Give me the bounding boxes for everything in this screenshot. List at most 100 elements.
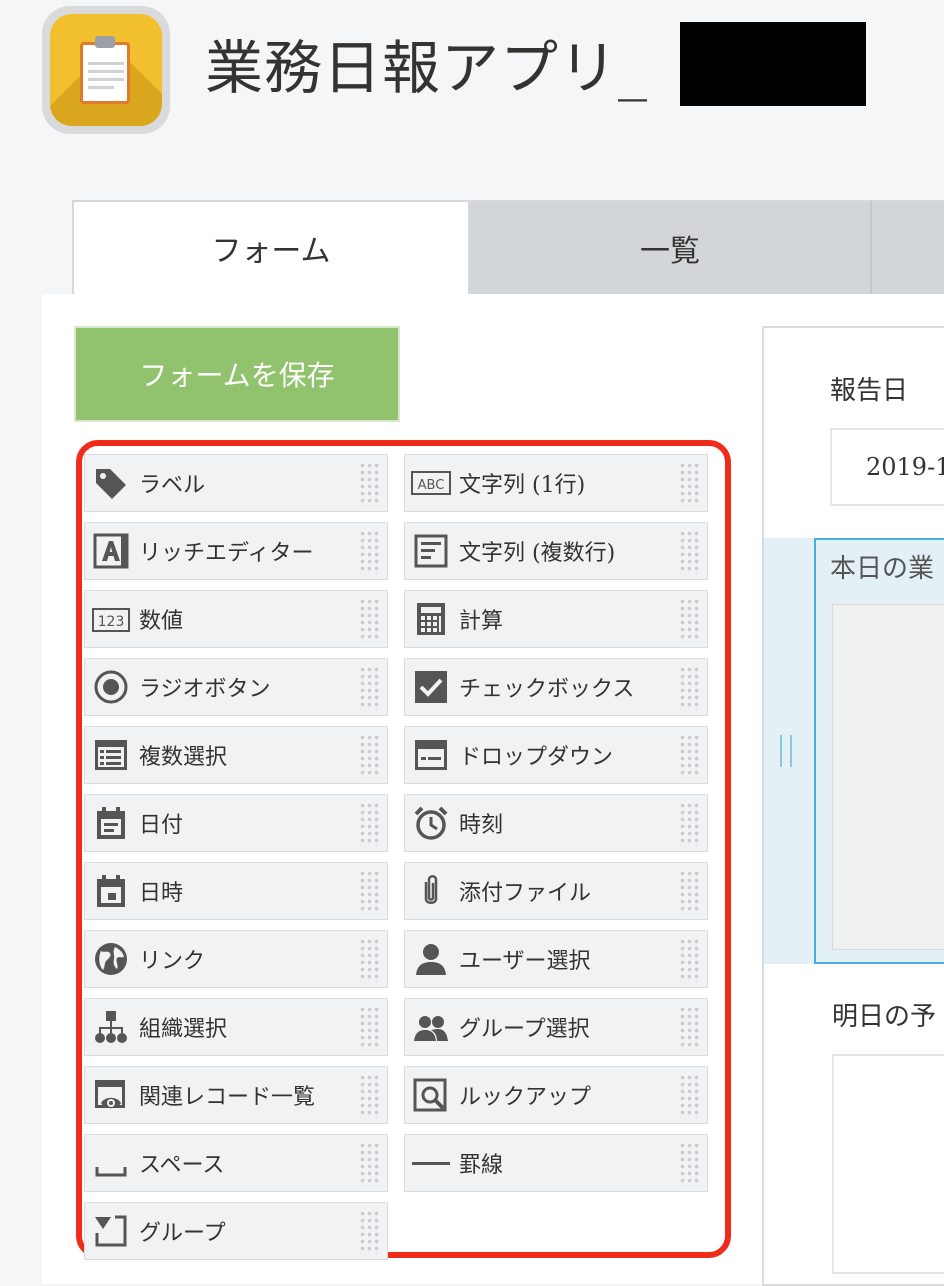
save-form-button[interactable]: フォームを保存 <box>74 326 400 422</box>
dropdown-icon <box>411 735 451 775</box>
drag-grip-icon <box>359 802 381 846</box>
drag-grip-icon <box>359 734 381 778</box>
palette-item-label-text: 文字列 (1行) <box>459 473 586 498</box>
globe-icon <box>91 939 131 979</box>
datetime-icon <box>91 871 131 911</box>
palette-item-label-text: ユーザー選択 <box>459 949 591 974</box>
palette-item-label-text: 組織選択 <box>139 1017 228 1042</box>
drag-grip-icon <box>679 530 701 574</box>
palette-item-label-text: 添付ファイル <box>459 881 592 906</box>
checkbox-icon <box>411 667 451 707</box>
palette-item-group-select[interactable]: グループ選択 <box>404 998 708 1056</box>
user-icon <box>411 939 451 979</box>
palette-item-label-text: ラベル <box>139 473 206 498</box>
palette-item-label-text: 関連レコード一覧 <box>139 1085 316 1110</box>
palette-item-datetime[interactable]: 日時 <box>84 862 388 920</box>
drag-grip-icon <box>359 666 381 710</box>
palette-item-border-line[interactable]: 罫線 <box>404 1134 708 1192</box>
palette-item-checkbox[interactable]: チェックボックス <box>404 658 708 716</box>
palette-item-related-records[interactable]: 関連レコード一覧 <box>84 1066 388 1124</box>
tab-more[interactable] <box>872 200 944 294</box>
rich-editor-icon <box>91 531 131 571</box>
tomorrow-plan-textarea[interactable] <box>832 1054 944 1274</box>
palette-item-label-text: 数値 <box>139 609 184 634</box>
calendar-icon <box>91 803 131 843</box>
multiline-text-icon <box>411 531 451 571</box>
users-icon <box>411 1007 451 1047</box>
palette-item-label-text: ドロップダウン <box>459 745 614 770</box>
radio-icon <box>91 667 131 707</box>
report-date-field[interactable]: 2019-1 <box>830 428 944 506</box>
space-icon <box>91 1143 131 1183</box>
palette-item-label-text: リッチエディター <box>139 541 314 566</box>
palette-item-label-text: 時刻 <box>459 813 504 838</box>
palette-item-label-text: 日時 <box>139 881 184 906</box>
alarm-clock-icon <box>411 803 451 843</box>
palette-item-user-select[interactable]: ユーザー選択 <box>404 930 708 988</box>
redacted-name <box>680 22 866 106</box>
palette-item-calculation[interactable]: 計算 <box>404 590 708 648</box>
palette-item-label-text: グループ選択 <box>459 1017 590 1042</box>
drag-grip-icon <box>679 802 701 846</box>
drag-grip-icon <box>359 870 381 914</box>
palette-item-multi-select[interactable]: 複数選択 <box>84 726 388 784</box>
drag-grip-icon <box>359 1210 381 1254</box>
group-field-icon <box>91 1211 131 1251</box>
report-date-label: 報告日 <box>830 376 909 406</box>
drag-grip-icon <box>359 938 381 982</box>
drag-grip-icon <box>679 666 701 710</box>
palette-item-label-text: ルックアップ <box>459 1085 592 1110</box>
palette-item-label-text: チェックボックス <box>459 677 635 702</box>
palette-item-number[interactable]: 123 数値 <box>84 590 388 648</box>
drag-grip-icon <box>359 530 381 574</box>
palette-item-date[interactable]: 日付 <box>84 794 388 852</box>
tag-icon <box>91 463 131 503</box>
abc-icon: ABC <box>411 463 451 503</box>
palette-item-dropdown[interactable]: ドロップダウン <box>404 726 708 784</box>
svg-text:ABC: ABC <box>418 478 445 493</box>
palette-item-radio[interactable]: ラジオボタン <box>84 658 388 716</box>
related-records-icon <box>91 1075 131 1115</box>
palette-item-space[interactable]: スペース <box>84 1134 388 1192</box>
multi-select-icon <box>91 735 131 775</box>
palette-item-attachment[interactable]: 添付ファイル <box>404 862 708 920</box>
palette-item-label-text: スペース <box>139 1153 225 1178</box>
paperclip-icon <box>411 871 451 911</box>
lookup-icon <box>411 1075 451 1115</box>
app-title: 業務日報アプリ_ <box>205 34 649 102</box>
palette-item-group[interactable]: グループ <box>84 1202 388 1260</box>
tab-form[interactable]: フォーム <box>72 200 470 294</box>
horizontal-line-icon <box>411 1143 451 1183</box>
today-work-textarea[interactable] <box>832 604 944 950</box>
palette-item-label-text: 計算 <box>459 609 504 634</box>
org-chart-icon <box>91 1007 131 1047</box>
palette-item-single-line-text[interactable]: ABC 文字列 (1行) <box>404 454 708 512</box>
drag-grip-icon <box>679 1006 701 1050</box>
drag-grip-icon <box>679 938 701 982</box>
drag-grip-icon <box>679 462 701 506</box>
number-icon: 123 <box>91 599 131 639</box>
palette-item-link[interactable]: リンク <box>84 930 388 988</box>
tomorrow-plan-label: 明日の予 <box>832 1002 937 1032</box>
drag-grip-icon <box>359 462 381 506</box>
palette-item-label-text: 複数選択 <box>139 745 228 770</box>
drag-grip-icon <box>359 1006 381 1050</box>
drag-grip-icon <box>679 598 701 642</box>
palette-item-time[interactable]: 時刻 <box>404 794 708 852</box>
palette-item-lookup[interactable]: ルックアップ <box>404 1066 708 1124</box>
app-icon <box>42 6 170 134</box>
drag-handle-icon[interactable] <box>780 735 792 767</box>
drag-grip-icon <box>359 1142 381 1186</box>
tab-list[interactable]: 一覧 <box>470 200 872 294</box>
palette-item-label[interactable]: ラベル <box>84 454 388 512</box>
palette-item-multi-line-text[interactable]: 文字列 (複数行) <box>404 522 708 580</box>
palette-item-label-text: リンク <box>139 949 206 974</box>
drag-grip-icon <box>679 1142 701 1186</box>
palette-item-label-text: 文字列 (複数行) <box>459 541 616 566</box>
drag-grip-icon <box>679 734 701 778</box>
palette-item-label-text: 日付 <box>139 813 184 838</box>
palette-item-rich-editor[interactable]: リッチエディター <box>84 522 388 580</box>
palette-item-org-select[interactable]: 組織選択 <box>84 998 388 1056</box>
drag-grip-icon <box>679 870 701 914</box>
palette-item-label-text: ラジオボタン <box>139 677 271 702</box>
